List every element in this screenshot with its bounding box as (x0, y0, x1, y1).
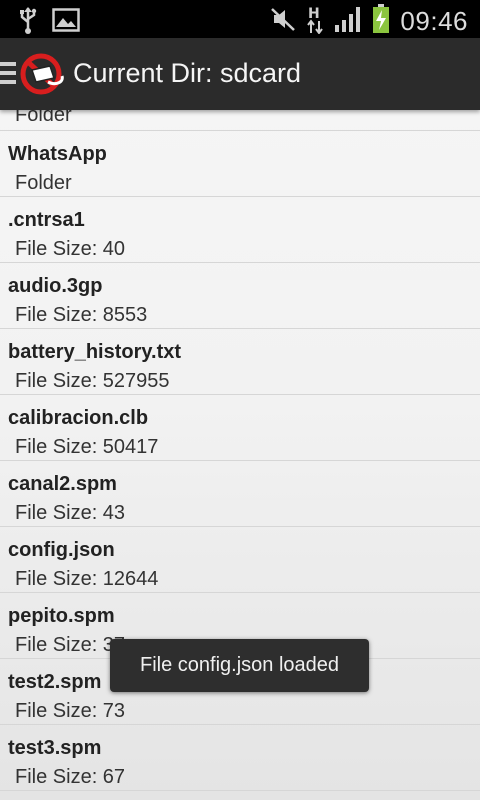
list-item[interactable]: audio.3gp File Size: 8553 (0, 263, 480, 329)
file-detail: File Size: 37 (15, 634, 126, 656)
list-item[interactable]: canal2.spm File Size: 43 (0, 461, 480, 527)
file-name: .cntrsa1 (8, 209, 85, 231)
file-name: battery_history.txt (8, 341, 182, 363)
file-name: test2.spm (8, 671, 102, 693)
file-detail: Folder (15, 110, 72, 126)
file-name: pepito.spm (8, 605, 115, 627)
list-item[interactable]: battery_history.txt File Size: 527955 (0, 329, 480, 395)
file-detail: File Size: 8553 (15, 304, 148, 326)
file-detail: File Size: 67 (15, 766, 126, 788)
battery-charging-icon (372, 4, 390, 39)
list-item[interactable]: calibracion.clb File Size: 50417 (0, 395, 480, 461)
drawer-menu-icon[interactable] (0, 62, 16, 84)
file-name: audio.3gp (8, 275, 103, 297)
action-bar: Current Dir: sdcard (0, 38, 480, 110)
file-detail: File Size: 50417 (15, 436, 159, 458)
usb-icon (18, 6, 38, 39)
status-bar: H 09:46 (0, 0, 480, 38)
file-detail: File Size: 12644 (15, 568, 159, 590)
image-icon (52, 8, 80, 37)
list-item[interactable]: test3.spm File Size: 67 (0, 725, 480, 791)
list-item[interactable]: config.json File Size: 12644 (0, 527, 480, 593)
file-list: Folder WhatsApp Folder .cntrsa1 File Siz… (0, 110, 480, 800)
page-title: Current Dir: sdcard (73, 58, 302, 88)
signal-icon (334, 5, 362, 38)
file-detail: File Size: 73 (15, 700, 126, 722)
file-name: config.json (8, 539, 115, 561)
clock-time: 09:46 (400, 6, 468, 36)
file-detail: Folder (15, 172, 72, 194)
list-item[interactable]: Folder (0, 110, 480, 131)
file-name: canal2.spm (8, 473, 117, 495)
file-detail: File Size: 40 (15, 238, 126, 260)
network-h-icon: H (306, 4, 324, 39)
file-name: WhatsApp (8, 143, 107, 165)
file-name: test3.spm (8, 737, 102, 759)
file-detail: File Size: 527955 (15, 370, 170, 392)
mute-icon (270, 6, 296, 37)
file-detail: File Size: 43 (15, 502, 126, 524)
svg-text:H: H (308, 6, 320, 22)
list-item[interactable]: .cntrsa1 File Size: 40 (0, 197, 480, 263)
list-item[interactable]: WhatsApp Folder (0, 131, 480, 197)
toast-message: File config.json loaded (110, 639, 369, 692)
file-name: calibracion.clb (8, 407, 149, 429)
app-logo-icon[interactable] (20, 52, 66, 96)
